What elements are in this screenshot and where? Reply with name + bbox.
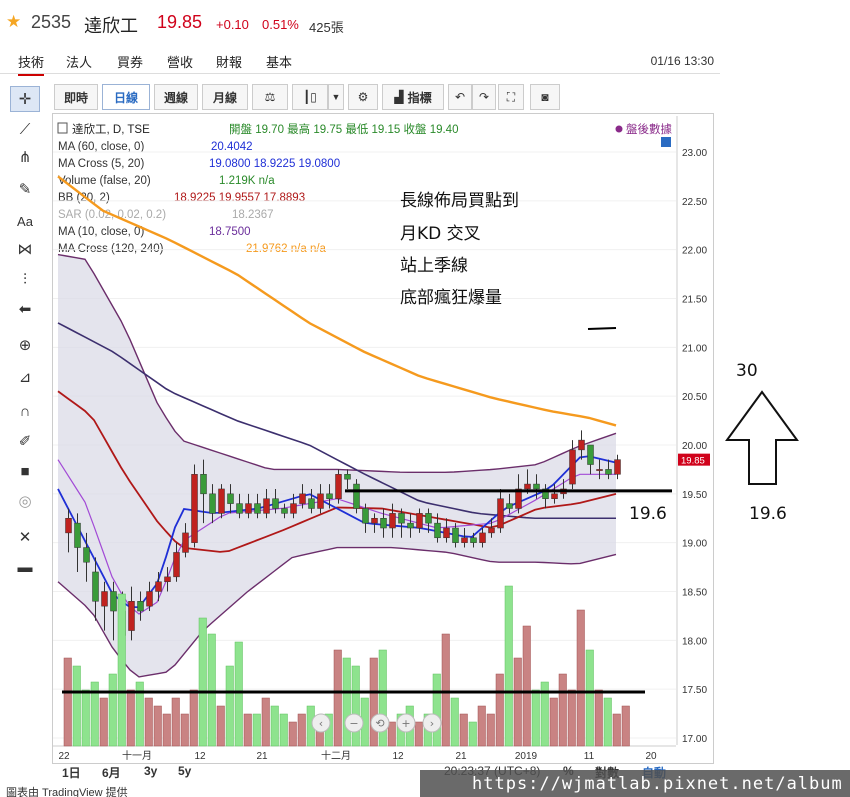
tab-basic[interactable]: 基本: [266, 52, 292, 71]
indicators-icon: ▟: [394, 90, 404, 104]
stock-change: +0.10: [216, 17, 249, 32]
text-tool-icon[interactable]: Aa: [10, 208, 40, 234]
timestamp: 01/16 13:30: [650, 54, 714, 68]
stock-change-pct: 0.51%: [262, 17, 299, 32]
redo-icon[interactable]: ↷: [472, 84, 496, 110]
arrow-target-label: 30: [736, 361, 758, 381]
fullscreen-icon[interactable]: ⛶: [498, 84, 524, 110]
range-1d-button[interactable]: 1日: [62, 764, 81, 781]
fib-icon[interactable]: ⋔: [10, 144, 40, 170]
chevron-down-icon[interactable]: ▼: [328, 84, 344, 110]
range-5y-button[interactable]: 5y: [178, 764, 191, 778]
trendline-icon[interactable]: ⟋: [10, 116, 40, 142]
arrow-left-icon[interactable]: ⬅: [10, 296, 40, 322]
stock-volume: 425張: [309, 20, 344, 35]
undo-icon[interactable]: ↶: [448, 84, 472, 110]
tab-margin[interactable]: 買券: [117, 52, 143, 71]
crosshair-icon[interactable]: ✛: [10, 86, 40, 112]
range-6m-button[interactable]: 6月: [102, 764, 121, 781]
chart-toolbar: 即時 日線 週線 月線 ⚖ ┃▯ ▼ ⚙ ▟ 指標 ↶ ↷ ⛶ ◙: [52, 84, 712, 112]
star-icon[interactable]: ★: [6, 12, 21, 32]
tools-icon[interactable]: ✕: [10, 524, 40, 550]
magnet-icon[interactable]: ∩: [10, 398, 40, 424]
camera-icon[interactable]: ◙: [530, 84, 560, 110]
tab-revenue[interactable]: 營收: [167, 52, 193, 71]
measure-icon[interactable]: ⫶: [10, 266, 40, 292]
brush-icon[interactable]: ✎: [10, 176, 40, 202]
indicators-button[interactable]: ▟ 指標: [382, 84, 444, 110]
compare-icon[interactable]: ⚖: [252, 84, 288, 110]
period-realtime-button[interactable]: 即時: [54, 84, 98, 110]
pattern-icon[interactable]: ⋈: [10, 236, 40, 262]
trash-icon[interactable]: ▬: [10, 554, 40, 580]
candle-type-icon[interactable]: ┃▯: [292, 84, 328, 110]
stock-code: 2535: [31, 12, 72, 32]
range-3y-button[interactable]: 3y: [144, 764, 157, 778]
up-arrow-icon: [725, 390, 799, 485]
stock-name: 達欣工: [84, 16, 138, 36]
drawing-toolbar: ✛ ⟋ ⋔ ✎ Aa ⋈ ⫶ ⬅ ⊕ ⊿ ∩ ✐ ■ ◎ ✕ ▬: [8, 84, 44, 584]
period-weekly-button[interactable]: 週線: [154, 84, 198, 110]
ruler-icon[interactable]: ⊿: [10, 364, 40, 390]
watermark: https://wjmatlab.pixnet.net/album: [420, 770, 850, 797]
gear-icon[interactable]: ⚙: [348, 84, 378, 110]
arrow-base-label: 19.6: [749, 504, 787, 524]
period-daily-button[interactable]: 日線: [102, 84, 150, 110]
pencil-lock-icon[interactable]: ✐: [10, 428, 40, 454]
tab-institutional[interactable]: 法人: [66, 52, 92, 71]
stock-header: ★ 2535 達欣工 19.85 +0.10 0.51% 425張: [0, 0, 850, 46]
indicators-label: 指標: [407, 90, 432, 105]
chart-frame[interactable]: [52, 113, 714, 764]
tab-divider: [0, 73, 720, 74]
period-monthly-button[interactable]: 月線: [202, 84, 248, 110]
lock-icon[interactable]: ■: [10, 458, 40, 484]
zoom-icon[interactable]: ⊕: [10, 332, 40, 358]
eye-hide-icon[interactable]: ◎: [10, 488, 40, 514]
tab-bar: 技術 法人 買券 營收 財報 基本 01/16 13:30: [0, 48, 720, 76]
stock-price: 19.85: [157, 12, 203, 32]
tab-financials[interactable]: 財報: [216, 52, 242, 71]
footer-credit: 圖表由 TradingView 提供: [6, 787, 128, 797]
